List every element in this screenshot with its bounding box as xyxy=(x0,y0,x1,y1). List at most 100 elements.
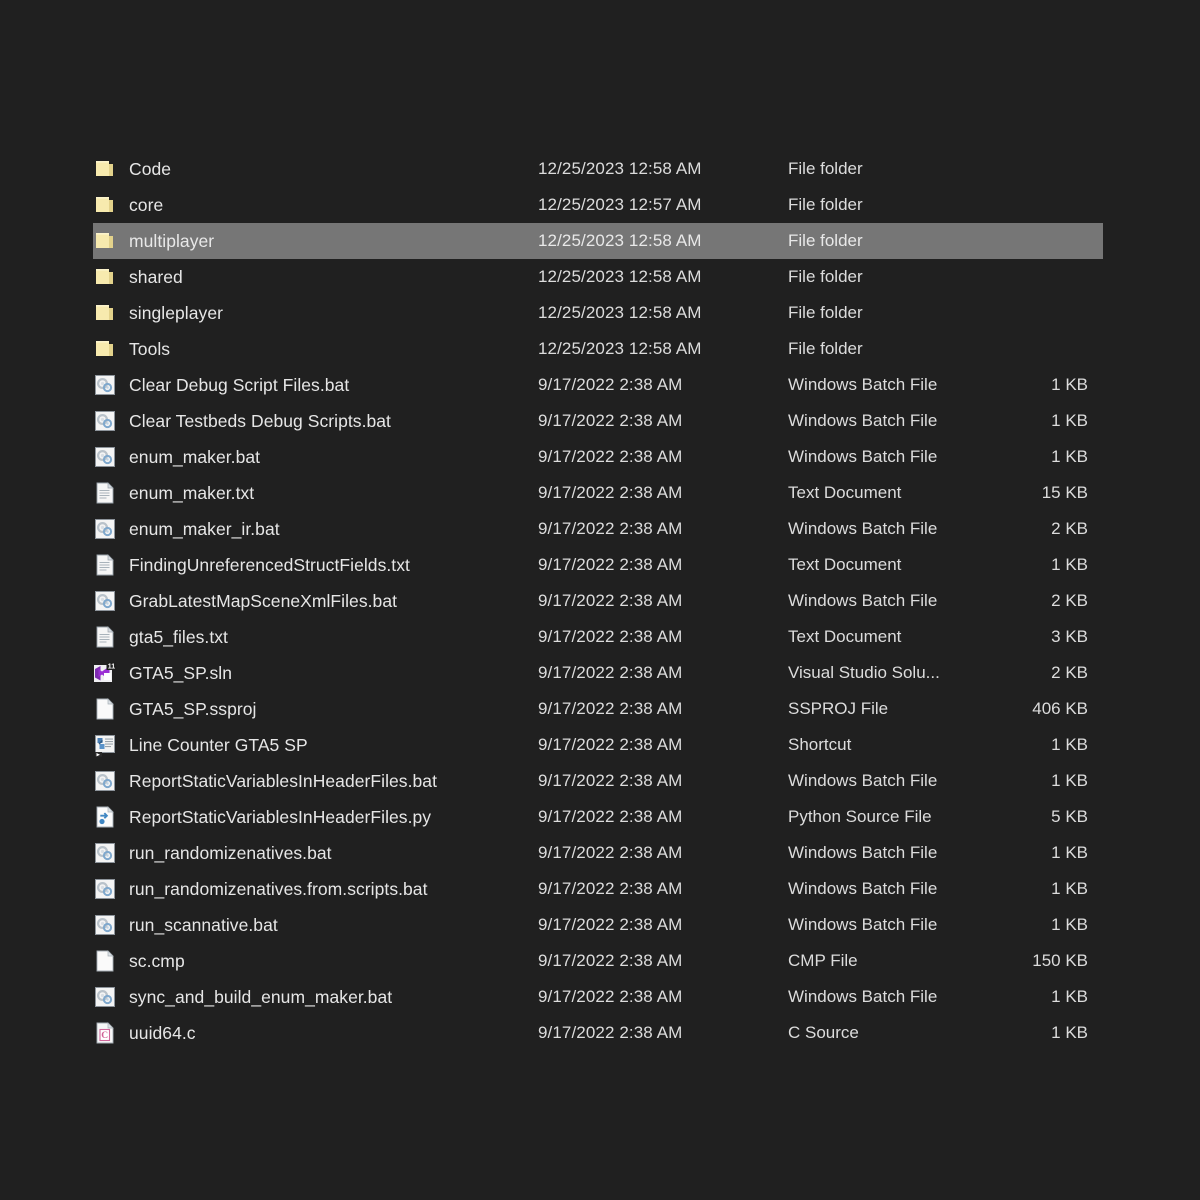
cell-date-modified: 12/25/2023 12:58 AM xyxy=(538,159,702,178)
shortcut-icon xyxy=(93,733,117,757)
file-row[interactable]: run_randomizenatives.bat 9/17/2022 2:38 A… xyxy=(93,835,1103,871)
cell-type: Windows Batch File xyxy=(788,987,938,1006)
file-row[interactable]: enum_maker.txt 9/17/2022 2:38 AM Text Docu… xyxy=(93,475,1103,511)
batch-file-icon xyxy=(93,769,117,793)
cell-date-modified: 12/25/2023 12:57 AM xyxy=(538,195,702,214)
cell-name[interactable]: 11 GTA5_SP.sln xyxy=(93,661,538,685)
file-row[interactable]: Line Counter GTA5 SP 9/17/2022 2:38 AM Sho… xyxy=(93,727,1103,763)
batch-file-icon xyxy=(93,841,117,865)
cell-date-modified: 9/17/2022 2:38 AM xyxy=(538,771,683,790)
file-row[interactable]: enum_maker_ir.bat 9/17/2022 2:38 AM Window… xyxy=(93,511,1103,547)
file-row[interactable]: run_scannative.bat 9/17/2022 2:38 AM Windo… xyxy=(93,907,1103,943)
batch-file-icon xyxy=(93,589,117,613)
cell-size: 1 KB xyxy=(1051,1023,1088,1042)
cell-name[interactable]: sc.cmp xyxy=(93,949,538,973)
cell-date-modified: 9/17/2022 2:38 AM xyxy=(538,627,683,646)
batch-file-icon xyxy=(93,445,117,469)
file-row[interactable]: sc.cmp 9/17/2022 2:38 AM CMP File 150 KB xyxy=(93,943,1103,979)
cell-type: Python Source File xyxy=(788,807,932,826)
batch-file-icon xyxy=(93,517,117,541)
cell-type: Windows Batch File xyxy=(788,843,938,862)
cell-name[interactable]: enum_maker.bat xyxy=(93,445,538,469)
cell-size: 1 KB xyxy=(1051,771,1088,790)
file-name-label: enum_maker.bat xyxy=(129,446,261,467)
cell-type: File folder xyxy=(788,159,863,178)
cell-name[interactable]: Code xyxy=(93,157,538,181)
cell-size: 1 KB xyxy=(1051,735,1088,754)
file-name-label: run_randomizenatives.from.scripts.bat xyxy=(129,878,428,899)
cell-name[interactable]: ReportStaticVariablesInHeaderFiles.py xyxy=(93,805,538,829)
cell-name[interactable]: Clear Debug Script Files.bat xyxy=(93,373,538,397)
cell-name[interactable]: shared xyxy=(93,265,538,289)
cell-name[interactable]: multiplayer xyxy=(93,229,538,253)
folder-icon xyxy=(93,157,117,181)
file-row[interactable]: Code 12/25/2023 12:58 AM File folder xyxy=(93,151,1103,187)
cell-type: Visual Studio Solu... xyxy=(788,663,940,682)
file-list[interactable]: Code 12/25/2023 12:58 AM File folder core 1… xyxy=(93,151,1103,1051)
file-row[interactable]: core 12/25/2023 12:57 AM File folder xyxy=(93,187,1103,223)
file-row[interactable]: Clear Testbeds Debug Scripts.bat 9/17/202… xyxy=(93,403,1103,439)
file-row[interactable]: gta5_files.txt 9/17/2022 2:38 AM Text Docu… xyxy=(93,619,1103,655)
file-row[interactable]: shared 12/25/2023 12:58 AM File folder xyxy=(93,259,1103,295)
file-name-label: Code xyxy=(129,158,172,179)
cell-size: 1 KB xyxy=(1051,447,1088,466)
cell-type: File folder xyxy=(788,267,863,286)
cell-name[interactable]: run_randomizenatives.bat xyxy=(93,841,538,865)
svg-text:11: 11 xyxy=(108,664,116,671)
file-name-label: enum_maker.txt xyxy=(129,482,255,503)
cell-size: 1 KB xyxy=(1051,555,1088,574)
file-row[interactable]: 11 GTA5_SP.sln 9/17/2022 2:38 AM Visual St… xyxy=(93,655,1103,691)
cell-type: Windows Batch File xyxy=(788,879,938,898)
cell-name[interactable]: core xyxy=(93,193,538,217)
cell-size: 150 KB xyxy=(1032,951,1088,970)
cell-type: File folder xyxy=(788,231,863,250)
cell-name[interactable]: singleplayer xyxy=(93,301,538,325)
file-row[interactable]: GTA5_SP.ssproj 9/17/2022 2:38 AM SSPROJ Fi… xyxy=(93,691,1103,727)
file-name-label: Line Counter GTA5 SP xyxy=(129,734,308,755)
cell-type: File folder xyxy=(788,303,863,322)
cell-date-modified: 12/25/2023 12:58 AM xyxy=(538,267,702,286)
cell-name[interactable]: GTA5_SP.ssproj xyxy=(93,697,538,721)
file-row[interactable]: multiplayer 12/25/2023 12:58 AM File folde… xyxy=(93,223,1103,259)
file-row[interactable]: GrabLatestMapSceneXmlFiles.bat 9/17/2022 … xyxy=(93,583,1103,619)
cell-name[interactable]: run_randomizenatives.from.scripts.bat xyxy=(93,877,538,901)
file-row[interactable]: enum_maker.bat 9/17/2022 2:38 AM Windows B… xyxy=(93,439,1103,475)
cell-name[interactable]: FindingUnreferencedStructFields.txt xyxy=(93,553,538,577)
batch-file-icon xyxy=(93,373,117,397)
cell-name[interactable]: Tools xyxy=(93,337,538,361)
file-row[interactable]: singleplayer 12/25/2023 12:58 AM File fold… xyxy=(93,295,1103,331)
file-explorer-details-view: Code 12/25/2023 12:58 AM File folder core 1… xyxy=(0,0,1200,1200)
cell-date-modified: 9/17/2022 2:38 AM xyxy=(538,411,683,430)
cell-name[interactable]: GrabLatestMapSceneXmlFiles.bat xyxy=(93,589,538,613)
file-row[interactable]: C uuid64.c 9/17/2022 2:38 AM C Source 1 KB xyxy=(93,1015,1103,1051)
file-row[interactable]: sync_and_build_enum_maker.bat 9/17/2022 2… xyxy=(93,979,1103,1015)
folder-icon xyxy=(93,193,117,217)
file-row[interactable]: run_randomizenatives.from.scripts.bat 9/1… xyxy=(93,871,1103,907)
file-row[interactable]: FindingUnreferencedStructFields.txt 9/17/… xyxy=(93,547,1103,583)
cell-date-modified: 12/25/2023 12:58 AM xyxy=(538,231,702,250)
file-name-label: uuid64.c xyxy=(129,1022,196,1043)
file-row[interactable]: Tools 12/25/2023 12:58 AM File folder xyxy=(93,331,1103,367)
file-row[interactable]: Clear Debug Script Files.bat 9/17/2022 2:… xyxy=(93,367,1103,403)
cell-name[interactable]: sync_and_build_enum_maker.bat xyxy=(93,985,538,1009)
file-name-label: sc.cmp xyxy=(129,950,185,971)
cell-name[interactable]: enum_maker_ir.bat xyxy=(93,517,538,541)
file-row[interactable]: ReportStaticVariablesInHeaderFiles.bat 9/… xyxy=(93,763,1103,799)
cell-name[interactable]: ReportStaticVariablesInHeaderFiles.bat xyxy=(93,769,538,793)
cell-date-modified: 9/17/2022 2:38 AM xyxy=(538,663,683,682)
cell-name[interactable]: Clear Testbeds Debug Scripts.bat xyxy=(93,409,538,433)
file-name-label: GTA5_SP.sln xyxy=(129,662,233,683)
cell-size: 406 KB xyxy=(1032,699,1088,718)
cell-type: Windows Batch File xyxy=(788,591,938,610)
cell-name[interactable]: Line Counter GTA5 SP xyxy=(93,733,538,757)
cell-name[interactable]: run_scannative.bat xyxy=(93,913,538,937)
file-name-label: shared xyxy=(129,266,183,287)
cell-type: Windows Batch File xyxy=(788,915,938,934)
cell-size: 1 KB xyxy=(1051,375,1088,394)
file-row[interactable]: ReportStaticVariablesInHeaderFiles.py 9/1… xyxy=(93,799,1103,835)
cell-type: Windows Batch File xyxy=(788,519,938,538)
cell-name[interactable]: gta5_files.txt xyxy=(93,625,538,649)
cell-name[interactable]: enum_maker.txt xyxy=(93,481,538,505)
cell-name[interactable]: C uuid64.c xyxy=(93,1021,538,1045)
cell-type: Windows Batch File xyxy=(788,375,938,394)
